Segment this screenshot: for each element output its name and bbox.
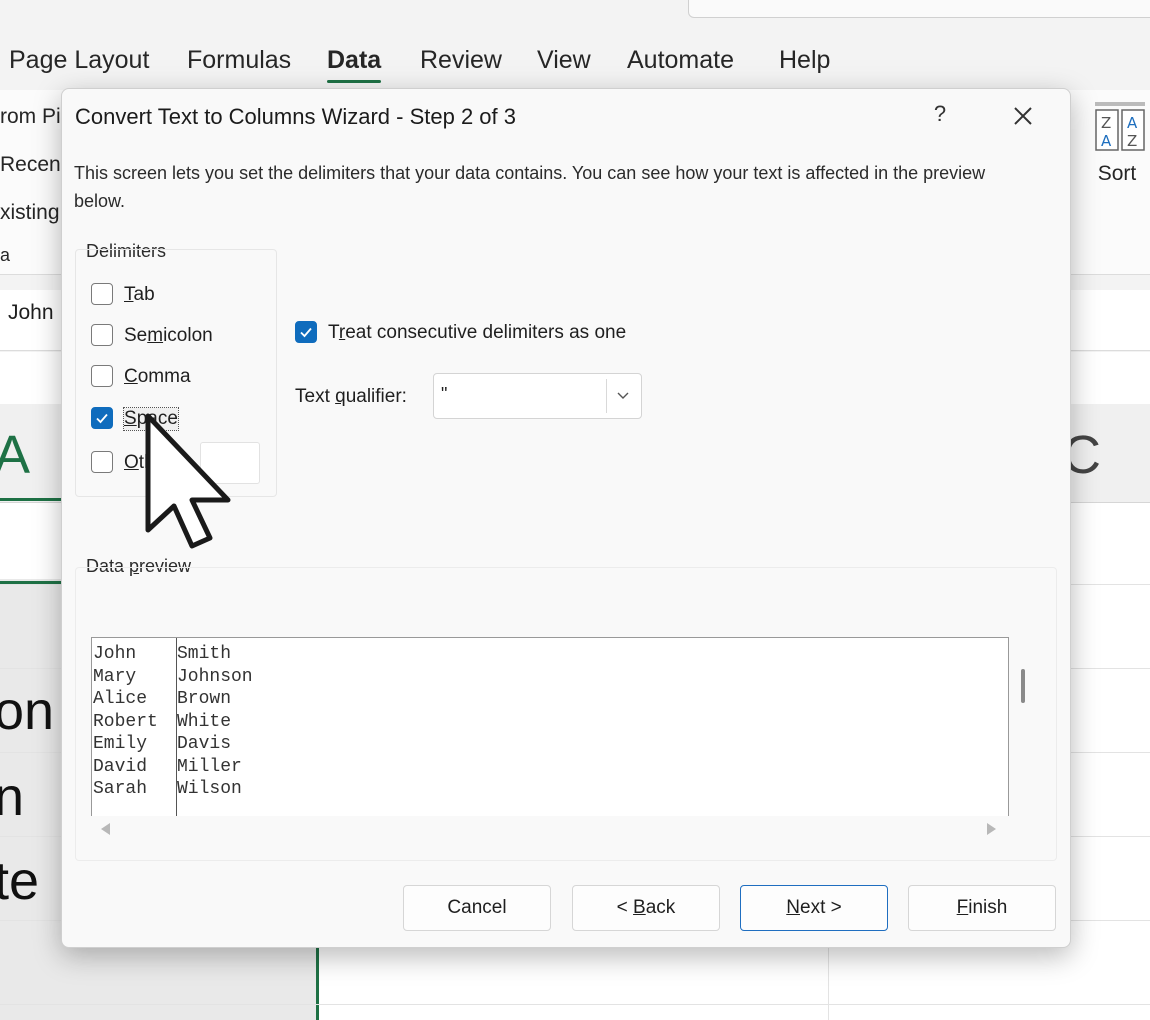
checkbox[interactable]	[295, 321, 317, 343]
checkbox[interactable]	[91, 283, 113, 305]
text-qualifier-label: Text qualifier:	[295, 386, 407, 407]
get-data-label[interactable]: a	[0, 245, 10, 266]
svg-text:Z: Z	[1127, 132, 1137, 150]
other-delimiter-input[interactable]	[200, 442, 260, 484]
checkbox[interactable]	[91, 324, 113, 346]
treat-consecutive-checkbox[interactable]: Treat consecutive delimiters as one	[295, 320, 655, 348]
cell-a-value[interactable]: n	[0, 766, 24, 828]
column-header-a[interactable]: A	[0, 424, 30, 486]
close-button[interactable]	[1008, 101, 1038, 131]
cell-a-value[interactable]: on	[0, 680, 54, 742]
dialog-description: This screen lets you set the delimiters …	[74, 163, 986, 211]
tab-data[interactable]: Data	[327, 46, 382, 83]
svg-text:A: A	[1127, 114, 1138, 132]
dialog-title: Convert Text to Columns Wizard - Step 2 …	[75, 104, 516, 129]
checkbox-label: Semicolon	[124, 325, 213, 346]
checkbox-label: Space	[123, 407, 179, 431]
tab-formulas[interactable]: Formulas	[187, 46, 291, 75]
tab-review[interactable]: Review	[420, 46, 502, 75]
checkmark-icon	[96, 413, 108, 424]
tab-help[interactable]: Help	[779, 46, 830, 75]
chevron-down-icon	[617, 392, 629, 399]
checkbox-label: Other:	[124, 452, 177, 473]
cancel-button[interactable]: Cancel	[403, 885, 551, 931]
finish-button[interactable]: Finish	[908, 885, 1056, 931]
sort-label: Sort	[1097, 162, 1137, 185]
tab-page-layout[interactable]: Page Layout	[9, 46, 149, 75]
semicolon-delimiter-checkbox[interactable]: Semicolon	[91, 323, 241, 351]
select-divider	[606, 379, 607, 413]
data-preview-pane[interactable]: John Smith Mary Johnson Alice Brown Robert W…	[91, 637, 1009, 816]
other-delimiter-checkbox[interactable]: Other:	[91, 450, 191, 478]
cell-a-value[interactable]: te	[0, 850, 39, 912]
title-bar	[0, 0, 1150, 30]
checkmark-icon	[300, 327, 312, 338]
tab-delimiter-checkbox[interactable]: Tab	[91, 282, 211, 310]
close-icon	[1014, 107, 1032, 125]
sort-button[interactable]: Z A A Z Sort	[1084, 100, 1150, 186]
text-qualifier-select[interactable]: "	[433, 373, 642, 419]
comma-delimiter-checkbox[interactable]: Comma	[91, 364, 241, 392]
vertical-scrollbar-thumb[interactable]	[1021, 669, 1025, 703]
svg-text:A: A	[1101, 132, 1112, 150]
grid-line	[0, 1004, 1150, 1005]
from-picture-button[interactable]: rom Pi	[0, 105, 61, 129]
next-button[interactable]: Next >	[740, 885, 888, 931]
search-box[interactable]	[688, 0, 1150, 18]
checkbox-label: Treat consecutive delimiters as one	[328, 322, 627, 343]
scroll-right-arrow-icon[interactable]	[987, 823, 996, 835]
scroll-left-arrow-icon[interactable]	[101, 823, 110, 835]
selection-edge	[316, 942, 319, 1020]
text-qualifier-value: "	[441, 384, 448, 404]
convert-text-to-columns-dialog: Convert Text to Columns Wizard - Step 2 …	[61, 88, 1071, 948]
selected-column-indicator	[0, 498, 62, 501]
checkbox[interactable]	[91, 407, 113, 429]
space-delimiter-checkbox[interactable]: Space	[91, 406, 241, 434]
tab-view[interactable]: View	[537, 46, 591, 75]
checkbox-label: Tab	[124, 284, 155, 305]
help-button[interactable]: ?	[930, 101, 950, 127]
svg-text:Z: Z	[1101, 114, 1111, 132]
tab-automate[interactable]: Automate	[627, 46, 734, 75]
checkbox[interactable]	[91, 365, 113, 387]
existing-connections-button[interactable]: xisting	[0, 201, 60, 225]
back-button[interactable]: < Back	[572, 885, 720, 931]
sort-az-icon: Z A A Z	[1092, 100, 1145, 151]
checkbox[interactable]	[91, 451, 113, 473]
recent-sources-button[interactable]: Recent	[0, 153, 67, 177]
ribbon-tabs: Page Layout Formulas Data Review View Au…	[0, 36, 1150, 86]
formula-bar-value: John	[8, 301, 54, 324]
checkbox-label: Comma	[124, 366, 191, 387]
